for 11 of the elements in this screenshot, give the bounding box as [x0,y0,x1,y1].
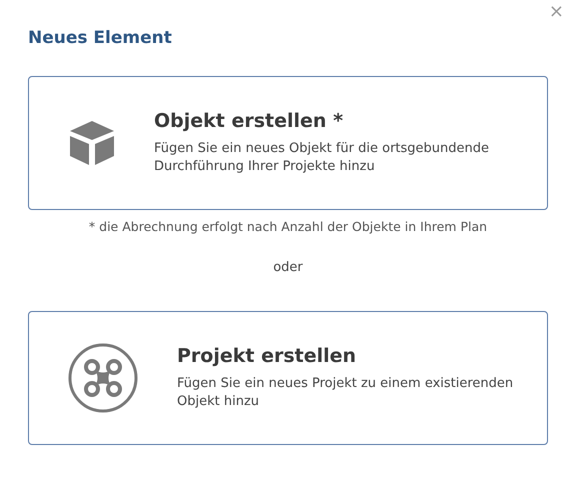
card-title: Projekt erstellen [177,345,358,367]
card-description: Fügen Sie ein neues Objekt für die ortsgebundende Durchführung Ihrer Projekte hinzu [154,140,490,176]
option-card[interactable]: Objekt erstellen * Fügen Sie ein neues Objekt für die ortsgebundende Durchführung Ihrer Projekte hinzu [28,76,548,210]
drone-icon [68,343,138,413]
dialog-title: Neues Element [28,27,173,50]
option-card[interactable]: Projekt erstellen Fügen Sie ein neues Projekt zu einem existierenden Objekt hinzu [28,311,548,445]
card-title: Objekt erstellen * [154,110,344,132]
cube-icon [68,119,116,167]
separator-text: oder [272,260,304,275]
card-description: Fügen Sie ein neues Projekt zu einem existierenden Objekt hinzu [177,375,514,411]
footnote: * die Abrechnung erfolgt nach Anzahl der Objekte in Ihrem Plan [88,219,488,234]
